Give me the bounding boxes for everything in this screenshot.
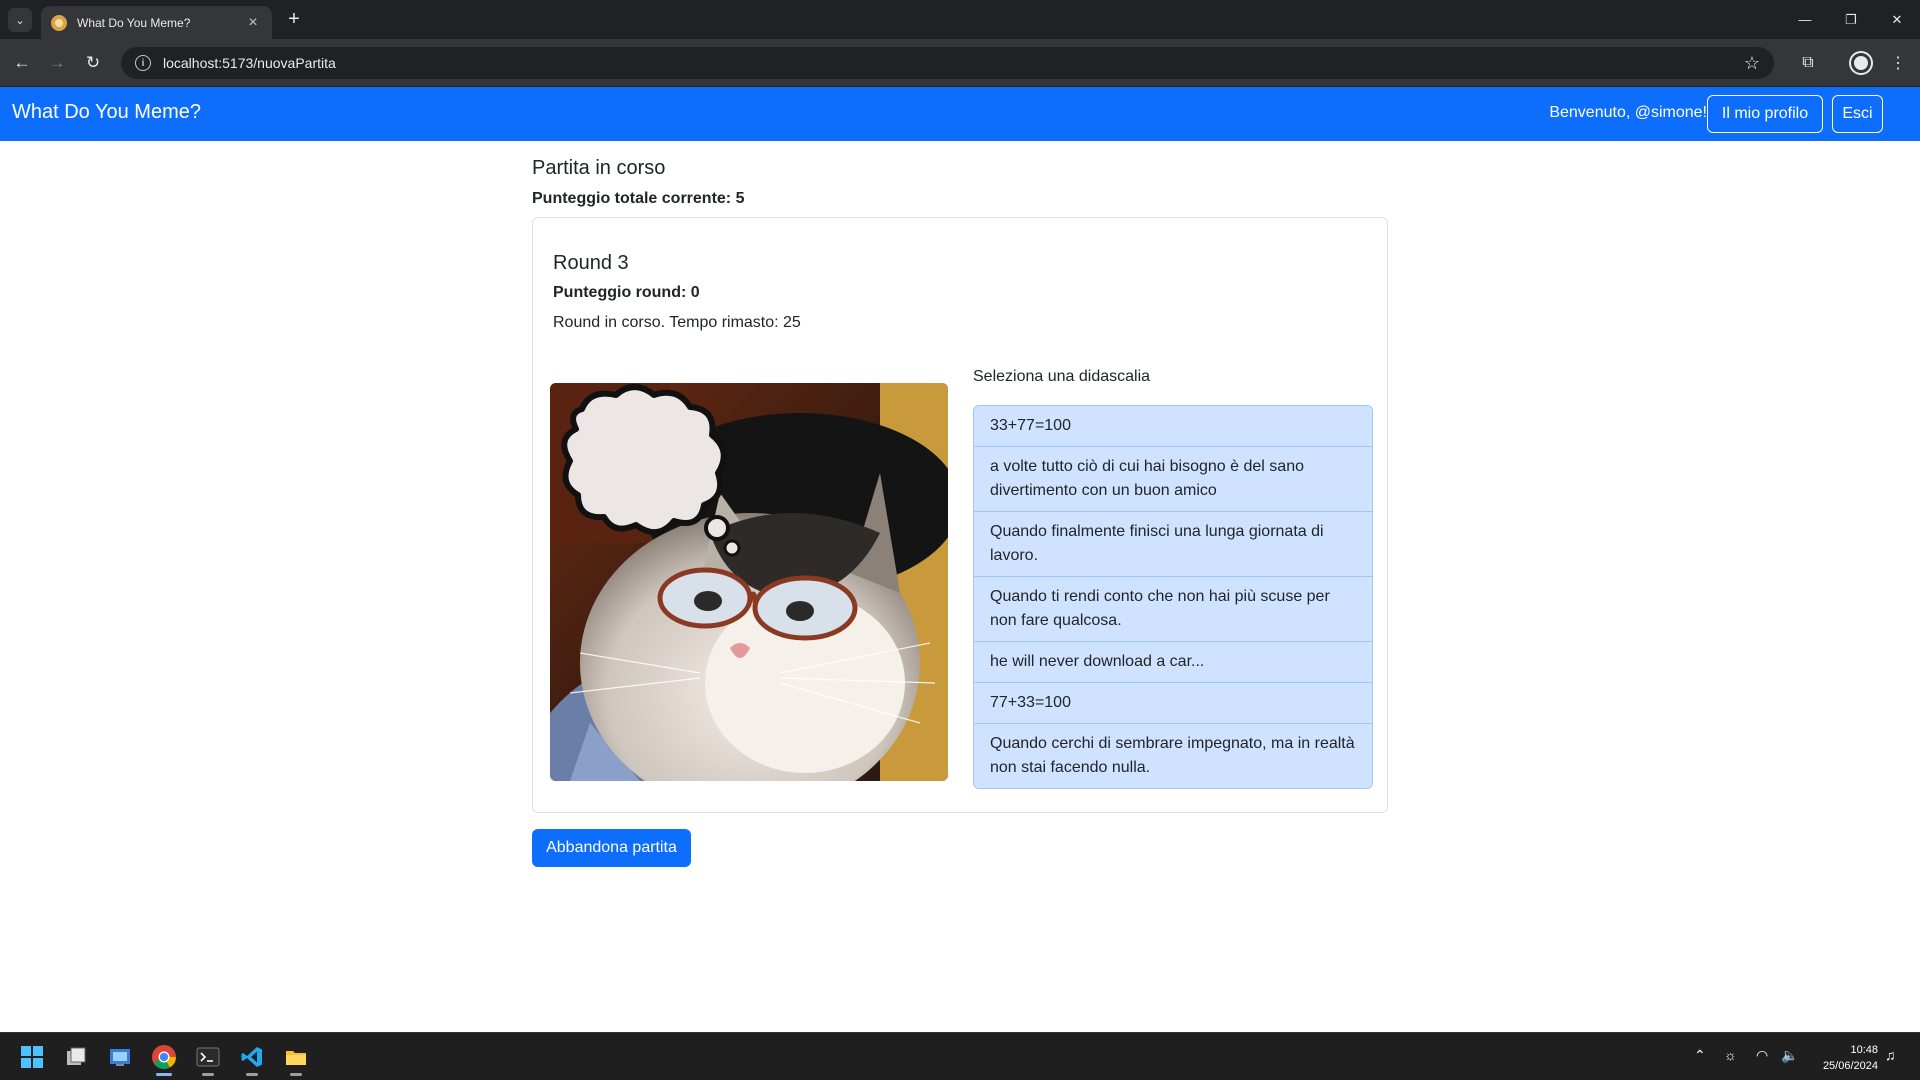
profile-button[interactable]: Il mio profilo bbox=[1707, 95, 1823, 133]
profile-avatar-icon[interactable] bbox=[1849, 51, 1873, 75]
caption-option[interactable]: 33+77=100 bbox=[974, 406, 1372, 447]
control-panel-icon[interactable] bbox=[104, 1041, 136, 1073]
caption-option[interactable]: 77+33=100 bbox=[974, 683, 1372, 724]
browser-tab-strip: ⌄ What Do You Meme? × + — ❐ ✕ bbox=[0, 0, 1920, 39]
caption-option[interactable]: he will never download a car... bbox=[974, 642, 1372, 683]
brightness-icon[interactable]: ☼ bbox=[1724, 1047, 1737, 1063]
terminal-icon[interactable] bbox=[192, 1041, 224, 1076]
close-window-icon[interactable]: ✕ bbox=[1874, 0, 1920, 39]
close-tab-icon[interactable]: × bbox=[244, 14, 262, 32]
windows-start-icon[interactable] bbox=[16, 1041, 48, 1073]
browser-menu-icon[interactable]: ⋮ bbox=[1886, 51, 1910, 75]
total-score: Punteggio totale corrente: 5 bbox=[532, 190, 745, 207]
caption-option[interactable]: Quando cerchi di sembrare impegnato, ma … bbox=[974, 724, 1372, 788]
volume-icon[interactable]: 🔈 bbox=[1781, 1047, 1798, 1064]
welcome-text: Benvenuto, @simone! bbox=[1549, 104, 1707, 121]
notifications-bell-icon[interactable]: ♫ bbox=[1885, 1047, 1896, 1063]
file-explorer-icon[interactable] bbox=[280, 1041, 312, 1076]
extensions-icon[interactable]: ⧉ bbox=[1796, 51, 1820, 75]
windows-taskbar: ⌃ ☼ ◠ 🔈 10:48 25/06/2024 ♫ bbox=[0, 1032, 1920, 1080]
caption-list: 33+77=100 a volte tutto ciò di cui hai b… bbox=[973, 405, 1373, 789]
browser-tab[interactable]: What Do You Meme? × bbox=[41, 6, 272, 39]
app-navbar: What Do You Meme? Benvenuto, @simone! Il… bbox=[0, 87, 1920, 141]
site-info-icon[interactable]: i bbox=[135, 55, 151, 71]
round-card: Round 3 Punteggio round: 0 Round in cors… bbox=[532, 217, 1388, 813]
chrome-icon[interactable] bbox=[148, 1041, 180, 1076]
brand-title[interactable]: What Do You Meme? bbox=[12, 101, 201, 124]
caption-option[interactable]: Quando ti rendi conto che non hai più sc… bbox=[974, 577, 1372, 642]
round-score: Punteggio round: 0 bbox=[553, 284, 700, 301]
favicon-icon bbox=[51, 14, 67, 31]
window-controls: — ❐ ✕ bbox=[1782, 0, 1920, 39]
bookmark-star-icon[interactable]: ☆ bbox=[1744, 53, 1760, 74]
caption-option[interactable]: a volte tutto ciò di cui hai bisogno è d… bbox=[974, 447, 1372, 512]
restore-icon[interactable]: ❐ bbox=[1828, 0, 1874, 39]
round-title: Round 3 bbox=[553, 252, 629, 274]
caption-prompt: Seleziona una didascalia bbox=[973, 368, 1151, 385]
browser-toolbar: ← → ↻ i localhost:5173/nuovaPartita ☆ ⧉ … bbox=[0, 39, 1920, 87]
tab-search-icon[interactable]: ⌄ bbox=[8, 8, 32, 32]
logout-button[interactable]: Esci bbox=[1832, 95, 1883, 133]
cat-meme-picture bbox=[550, 383, 948, 781]
abandon-game-button[interactable]: Abbandona partita bbox=[532, 829, 691, 867]
clock-time: 10:48 bbox=[1850, 1044, 1878, 1056]
system-clock[interactable]: 10:48 25/06/2024 bbox=[1823, 1042, 1878, 1074]
meme-image bbox=[550, 383, 948, 781]
back-icon[interactable]: ← bbox=[10, 51, 34, 75]
forward-icon[interactable]: → bbox=[45, 51, 69, 75]
url-text: localhost:5173/nuovaPartita bbox=[163, 55, 336, 71]
wifi-icon[interactable]: ◠ bbox=[1756, 1047, 1768, 1064]
caption-option[interactable]: Quando finalmente finisci una lunga gior… bbox=[974, 512, 1372, 577]
clock-date: 25/06/2024 bbox=[1822, 1060, 1878, 1072]
tab-title: What Do You Meme? bbox=[77, 15, 191, 30]
reload-icon[interactable]: ↻ bbox=[81, 51, 105, 75]
new-tab-icon[interactable]: + bbox=[282, 7, 306, 31]
show-hidden-icons-icon[interactable]: ⌃ bbox=[1694, 1047, 1706, 1064]
minimize-icon[interactable]: — bbox=[1782, 0, 1828, 39]
task-view-icon[interactable] bbox=[60, 1041, 92, 1073]
page-title: Partita in corso bbox=[532, 157, 666, 179]
round-timer-status: Round in corso. Tempo rimasto: 25 bbox=[553, 314, 801, 331]
vscode-icon[interactable] bbox=[236, 1041, 268, 1076]
address-bar[interactable]: i localhost:5173/nuovaPartita ☆ bbox=[121, 47, 1774, 79]
